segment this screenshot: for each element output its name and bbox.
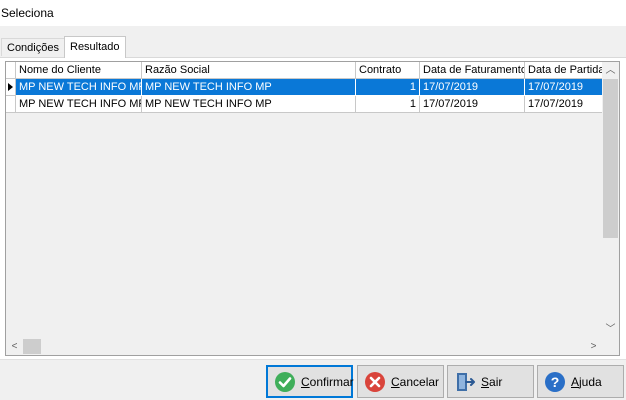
header-indicator-cell [6,62,16,79]
cell-nome-cliente[interactable]: MP NEW TECH INFO MP [16,96,142,113]
title-bar: Seleciona [0,0,626,26]
cell-data-faturamento[interactable]: 17/07/2019 [420,96,525,113]
column-header-razao-social[interactable]: Razão Social [142,62,356,79]
window-title: Seleciona [1,6,54,20]
results-grid[interactable]: Nome do Cliente Razão Social Contrato Da… [5,61,620,356]
column-header-contrato[interactable]: Contrato [356,62,420,79]
cell-nome-cliente[interactable]: MP NEW TECH INFO MP [16,79,142,96]
scroll-left-icon[interactable]: < [6,338,23,355]
cell-razao-social[interactable]: MP NEW TECH INFO MP [142,96,356,113]
svg-text:?: ? [551,374,560,390]
cell-contrato[interactable]: 1 [356,79,420,96]
tab-condicoes[interactable]: Condições [1,38,65,56]
cell-data-faturamento[interactable]: 17/07/2019 [420,79,525,96]
scroll-down-icon[interactable]: ﹀ [602,321,619,338]
horizontal-scrollbar[interactable]: < > [6,338,602,355]
ajuda-label: Ajuda [571,374,602,389]
row-indicator [6,79,16,96]
cancelar-button[interactable]: Cancelar [357,365,444,398]
door-exit-icon [457,372,475,391]
scrollbar-corner [602,338,619,355]
tab-resultado[interactable]: Resultado [64,36,126,58]
sair-label: Sair [481,374,503,389]
scroll-up-icon[interactable]: ︿ [602,62,619,79]
cancelar-label: Cancelar [391,374,440,389]
cell-data-partida[interactable]: 17/07/2019 [525,79,604,96]
column-header-nome-cliente[interactable]: Nome do Cliente [16,62,142,79]
column-header-data-partida[interactable]: Data de Partida [525,62,604,79]
column-header-data-faturamento[interactable]: Data de Faturamento [420,62,525,79]
confirmar-button[interactable]: Confirmar [266,365,354,398]
cell-contrato[interactable]: 1 [356,96,420,113]
button-bar: Confirmar Cancelar Sair ? Ajuda [0,359,626,400]
scroll-right-icon[interactable]: > [585,338,602,355]
ajuda-button[interactable]: ? Ajuda [537,365,624,398]
row-indicator [6,96,16,113]
cell-razao-social[interactable]: MP NEW TECH INFO MP [142,79,356,96]
horizontal-scroll-thumb[interactable] [23,339,41,354]
current-row-arrow-icon [8,83,13,91]
confirmar-label: Confirmar [301,374,354,389]
question-circle-icon: ? [545,371,565,392]
x-circle-icon [365,371,385,392]
vertical-scrollbar[interactable]: ︿ ﹀ [602,62,619,338]
check-circle-icon [275,371,295,392]
vertical-scroll-thumb[interactable] [603,79,618,238]
tab-control: Condições Resultado Nome do Cliente Razã… [0,26,626,359]
resultado-panel: Nome do Cliente Razão Social Contrato Da… [0,57,626,359]
cell-data-partida[interactable]: 17/07/2019 [525,96,604,113]
sair-button[interactable]: Sair [447,365,534,398]
